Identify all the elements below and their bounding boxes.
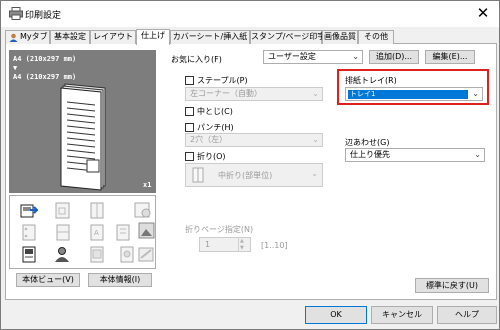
paper-size-info: A4 (210x297 mm) ▼ A4 (210x297 mm)	[13, 55, 77, 81]
center-staple-label: 中とじ(C)	[197, 107, 233, 116]
tab-my-tab[interactable]: Myタブ	[5, 30, 50, 44]
fold-icon[interactable]	[54, 224, 72, 241]
chevron-down-icon: ⌄	[312, 135, 319, 144]
staple-icon[interactable]	[54, 202, 72, 219]
chevron-down-icon: ⌄	[311, 169, 318, 178]
output-tray-icon[interactable]	[20, 202, 38, 219]
spinner-divider	[238, 238, 239, 251]
chevron-down-icon: ⌄	[312, 89, 319, 98]
fold-page-range: [1..10]	[261, 241, 288, 250]
punch-label: パンチ(H)	[197, 123, 234, 132]
cover-sheet-icon[interactable]	[88, 246, 106, 263]
binding-position-label: 辺あわせ(G)	[345, 138, 390, 147]
svg-text:A: A	[94, 229, 99, 237]
fold-type-dropdown[interactable]: 中折り(部単位) ⌄	[185, 163, 323, 187]
printer-icon	[9, 7, 23, 20]
layout-page-icon[interactable]	[20, 246, 38, 263]
stamp-icon[interactable]	[118, 246, 136, 263]
output-tray-label: 排紙トレイ(R)	[345, 76, 397, 85]
binding-position-dropdown[interactable]: 仕上り優先 ⌄	[345, 148, 485, 162]
ok-button[interactable]: OK	[305, 306, 367, 324]
chevron-down-icon: ⌄	[472, 89, 479, 98]
tab-finishing[interactable]: 仕上げ	[136, 29, 170, 45]
tab-image-quality[interactable]: 画像品質	[322, 30, 358, 44]
chevron-down-icon: ⌄	[474, 150, 481, 159]
fold-label: 折り(O)	[197, 152, 226, 161]
staple-checkbox[interactable]	[185, 76, 194, 85]
function-icon-grid: A	[9, 195, 156, 269]
spin-down-icon[interactable]: ▼	[240, 245, 244, 251]
punch-icon[interactable]	[20, 224, 38, 241]
text-page-icon[interactable]: A	[88, 224, 106, 241]
title-bar: 印刷設定 ✕	[1, 1, 499, 27]
add-favorite-button[interactable]: 追加(D)...	[369, 50, 419, 64]
settings-icon[interactable]	[134, 202, 152, 219]
fold-page-spinner[interactable]: 1 ▲ ▼	[199, 237, 251, 252]
image-quality-icon[interactable]	[138, 222, 156, 239]
fold-page-value: 1	[205, 240, 211, 249]
device-view-button[interactable]: 本体ビュー(V)	[16, 273, 80, 287]
help-button[interactable]: ヘルプ	[437, 306, 497, 324]
staple-label: ステープル(P)	[197, 76, 248, 85]
favorites-dropdown[interactable]: ユーザー設定 ⌄	[263, 50, 363, 64]
close-button[interactable]: ✕	[468, 3, 498, 25]
fold-page-label: 折りページ指定(N)	[185, 225, 254, 234]
print-settings-window: 印刷設定 ✕ Myタブ 基本設定 レイアウト 仕上げ カバーシート/挿入紙 スタ…	[0, 0, 500, 330]
edit-favorite-button[interactable]: 編集(E)...	[425, 50, 475, 64]
copies-count: x1	[143, 181, 152, 189]
user-icon	[9, 33, 18, 42]
tab-other[interactable]: その他	[358, 30, 394, 44]
favorites-label: お気に入り(F)	[171, 55, 222, 64]
window-title: 印刷設定	[25, 11, 62, 21]
tab-basic[interactable]: 基本設定	[50, 30, 90, 44]
staple-position-dropdown[interactable]: 左コーナー（自動） ⌄	[185, 87, 323, 101]
tab-bar: Myタブ 基本設定 レイアウト 仕上げ カバーシート/挿入紙 スタンプ/ページ印…	[5, 29, 497, 45]
device-info-button[interactable]: 本体情報(I)	[88, 273, 152, 287]
punch-checkbox[interactable]	[185, 123, 194, 132]
output-tray-selected: トレイ1	[348, 90, 468, 99]
booklet-icon[interactable]	[88, 202, 106, 219]
user-auth-icon[interactable]	[54, 246, 72, 263]
punch-position-dropdown[interactable]: 2穴（左） ⌄	[185, 133, 323, 147]
tab-stamp[interactable]: スタンプ/ページ印字	[250, 30, 325, 44]
output-tray-dropdown[interactable]: トレイ1 ⌄	[345, 87, 483, 101]
tab-cover-sheet[interactable]: カバーシート/挿入紙	[170, 30, 250, 44]
reset-defaults-button[interactable]: 標準に戻す(U)	[415, 278, 489, 293]
chevron-down-icon: ⌄	[352, 52, 359, 61]
fold-checkbox[interactable]	[185, 152, 194, 161]
center-staple-checkbox[interactable]	[185, 107, 194, 116]
fold-page-icon	[192, 167, 204, 183]
sort-icon[interactable]	[114, 224, 132, 241]
cancel-button[interactable]: キャンセル	[371, 306, 433, 324]
tab-layout[interactable]: レイアウト	[90, 30, 136, 44]
spin-up-icon[interactable]: ▲	[240, 238, 244, 244]
watermark-icon[interactable]	[138, 246, 156, 263]
